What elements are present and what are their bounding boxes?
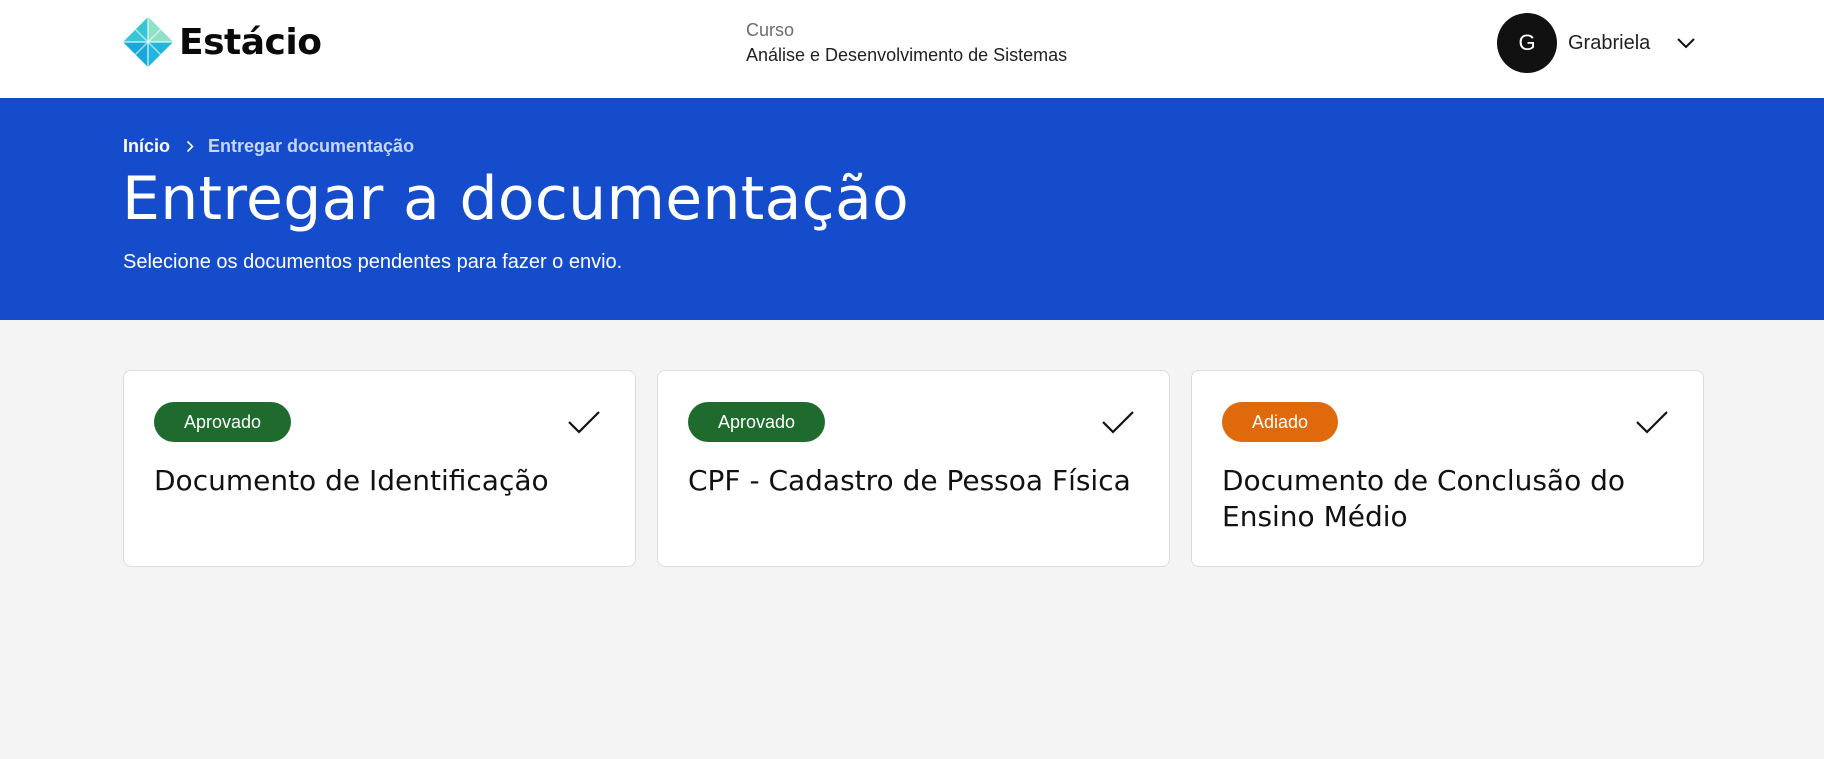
status-badge: Aprovado [154,402,292,442]
top-header: Estácio Curso Análise e Desenvolvimento … [0,0,1824,98]
document-card-identificacao[interactable]: Aprovado Documento de Identificação [123,370,636,567]
user-menu[interactable]: G Grabriela [1497,13,1696,73]
page-title: Entregar a documentação [122,164,910,234]
checkmark-icon [567,409,601,440]
avatar: G [1497,13,1557,73]
document-cards: Aprovado Documento de Identificação Apro… [123,370,1704,567]
chevron-right-icon [186,140,194,153]
chevron-down-icon[interactable] [1676,37,1696,49]
course-label: Curso [746,20,795,40]
document-title: CPF - Cadastro de Pessoa Física [688,464,1131,497]
course-info: Curso Análise e Desenvolvimento de Siste… [746,18,1067,68]
user-name: Grabriela [1568,31,1651,54]
breadcrumb: Início Entregar documentação [123,136,414,157]
breadcrumb-home-link[interactable]: Início [123,136,170,157]
estacio-logo[interactable]: Estácio [123,16,322,68]
status-badge: Aprovado [688,402,826,442]
document-title: Documento de Identificação [154,464,549,497]
document-title: Documento de Conclusão do Ensino Médio [1222,464,1626,533]
course-name: Análise e Desenvolvimento de Sistemas [746,45,1068,65]
status-badge: Adiado [1222,402,1339,442]
page-banner: Início Entregar documentação Entregar a … [0,98,1824,320]
checkmark-icon [1635,409,1669,440]
estacio-logo-icon [123,17,173,67]
document-card-cpf[interactable]: Aprovado CPF - Cadastro de Pessoa Física [657,370,1170,567]
page-subtitle: Selecione os documentos pendentes para f… [123,251,623,273]
checkmark-icon [1101,409,1135,440]
breadcrumb-current: Entregar documentação [208,136,415,156]
logo-text: Estácio [179,21,322,63]
document-card-ensino-medio[interactable]: Adiado Documento de Conclusão do Ensino … [1191,370,1704,567]
